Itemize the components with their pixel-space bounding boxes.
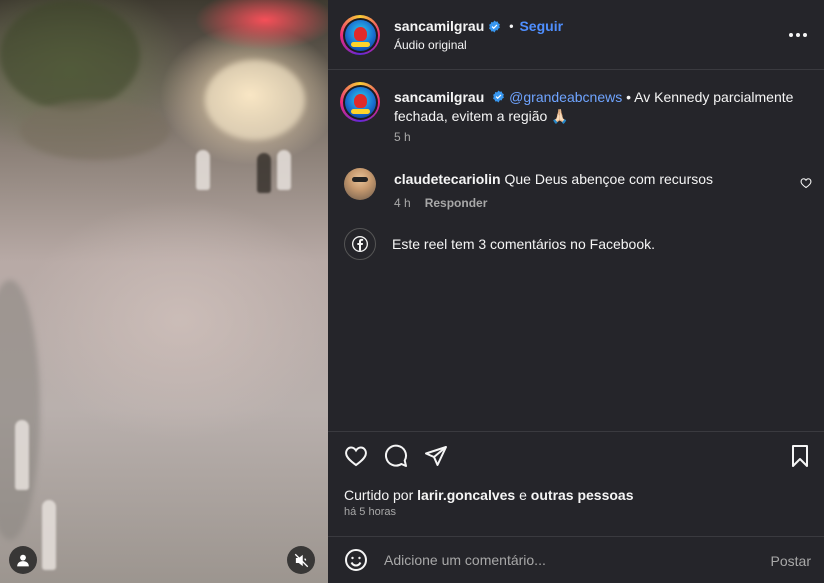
author-avatar-image	[344, 19, 376, 51]
emoji-icon[interactable]	[344, 548, 368, 572]
more-options-icon	[789, 33, 793, 37]
author-line: sancamilgrau • Seguir	[394, 18, 563, 34]
video-pedestrian	[257, 153, 271, 193]
more-options-button[interactable]	[786, 25, 810, 45]
likes-others-link[interactable]: outras pessoas	[531, 487, 634, 503]
video-rubble	[20, 100, 170, 160]
likes-connector: e	[515, 487, 531, 503]
paper-plane-icon[interactable]	[424, 444, 448, 468]
video-sidewalk	[0, 280, 40, 540]
video-pedestrian	[277, 150, 291, 190]
caption-author-avatar[interactable]	[340, 82, 380, 122]
reel-video[interactable]	[0, 0, 328, 583]
author-avatar[interactable]	[340, 15, 380, 55]
caption-timestamp[interactable]: 5 h	[394, 130, 411, 144]
post-side-panel: sancamilgrau • Seguir Áudio original san…	[328, 0, 824, 583]
bookmark-icon[interactable]	[788, 444, 812, 468]
post-actions-bar	[328, 440, 824, 472]
header-divider	[328, 69, 824, 70]
video-pedestrian	[196, 150, 210, 190]
comment-item: claudetecariolin Que Deus abençoe com re…	[394, 171, 713, 187]
verified-badge-icon	[488, 20, 501, 33]
comment-username[interactable]: claudetecariolin	[394, 171, 501, 187]
author-username[interactable]: sancamilgrau	[394, 18, 484, 34]
facebook-icon	[344, 228, 376, 260]
add-comment-bar: Postar	[328, 537, 824, 583]
comment-bubble-icon[interactable]	[384, 444, 408, 468]
caption-avatar-image	[344, 86, 376, 118]
video-pedestrian	[15, 420, 29, 490]
video-pedestrian	[42, 500, 56, 570]
caption-username[interactable]: sancamilgrau	[394, 89, 484, 105]
user-tags-icon	[17, 554, 29, 567]
facebook-comments-note[interactable]: Este reel tem 3 comentários no Facebook.	[392, 236, 655, 252]
comment-timestamp[interactable]: 4 h	[394, 196, 411, 210]
actions-divider	[328, 431, 824, 432]
comment-heart-icon[interactable]	[800, 177, 812, 189]
speaker-muted-icon	[294, 553, 308, 567]
likes-user-link[interactable]: larir.goncalves	[417, 487, 515, 503]
comment-meta: 4 h Responder	[394, 196, 487, 210]
likes-prefix: Curtido por	[344, 487, 418, 503]
commenter-avatar[interactable]	[344, 168, 376, 200]
verified-badge-icon	[492, 90, 505, 103]
audio-link[interactable]: Áudio original	[394, 38, 467, 52]
caption-mention-link[interactable]: @grandeabcnews	[509, 89, 622, 105]
separator-dot: •	[509, 19, 514, 33]
video-tree-shadow	[0, 0, 140, 110]
post-comment-button[interactable]: Postar	[771, 553, 811, 569]
post-header: sancamilgrau • Seguir Áudio original	[328, 0, 824, 70]
reply-button[interactable]: Responder	[425, 196, 488, 210]
likes-summary: Curtido por larir.goncalves e outras pes…	[344, 487, 634, 503]
follow-button[interactable]: Seguir	[519, 18, 563, 34]
comment-input[interactable]	[384, 547, 754, 573]
mute-toggle-button[interactable]	[287, 546, 315, 574]
video-light-glare	[205, 60, 305, 140]
caption-text: sancamilgrau @grandeabcnews • Av Kennedy…	[394, 88, 794, 126]
user-tags-button[interactable]	[9, 546, 37, 574]
comment-body: Que Deus abençoe com recursos	[500, 171, 714, 187]
heart-icon[interactable]	[344, 444, 368, 468]
post-age[interactable]: há 5 horas	[344, 506, 396, 518]
